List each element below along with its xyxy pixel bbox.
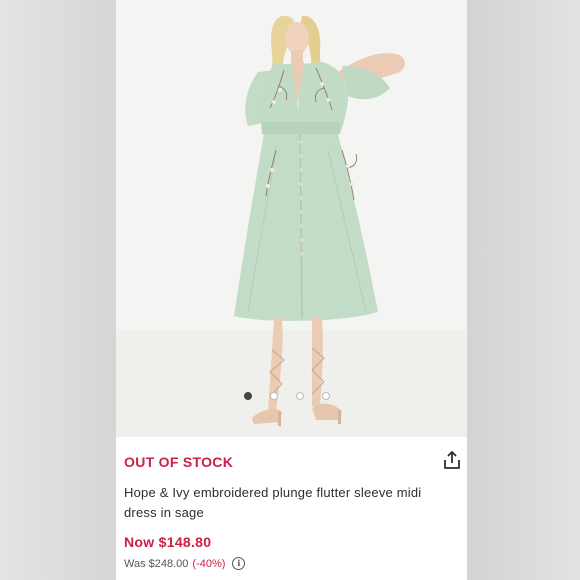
carousel-dot[interactable] bbox=[322, 392, 330, 400]
original-price-row: Was $248.00 (-40%) i bbox=[124, 557, 246, 570]
share-icon[interactable] bbox=[441, 449, 463, 471]
background-left bbox=[0, 0, 116, 580]
carousel-dot[interactable] bbox=[270, 392, 278, 400]
discount-badge: (-40%) bbox=[192, 557, 226, 570]
product-photo bbox=[116, 0, 467, 437]
product-image-carousel[interactable] bbox=[116, 0, 467, 437]
background-right bbox=[467, 0, 580, 580]
product-title: Hope & Ivy embroidered plunge flutter sl… bbox=[124, 485, 422, 520]
current-price: Now $148.80 bbox=[124, 534, 212, 550]
product-page: OUT OF STOCK Hope & Ivy embroidered plun… bbox=[116, 0, 467, 580]
carousel-dot[interactable] bbox=[296, 392, 304, 400]
carousel-indicators bbox=[244, 392, 330, 400]
stock-status: OUT OF STOCK bbox=[124, 454, 234, 470]
carousel-dot[interactable] bbox=[244, 392, 252, 400]
original-price: Was $248.00 bbox=[124, 557, 189, 570]
product-info: OUT OF STOCK Hope & Ivy embroidered plun… bbox=[116, 437, 467, 580]
info-icon[interactable]: i bbox=[232, 557, 246, 570]
